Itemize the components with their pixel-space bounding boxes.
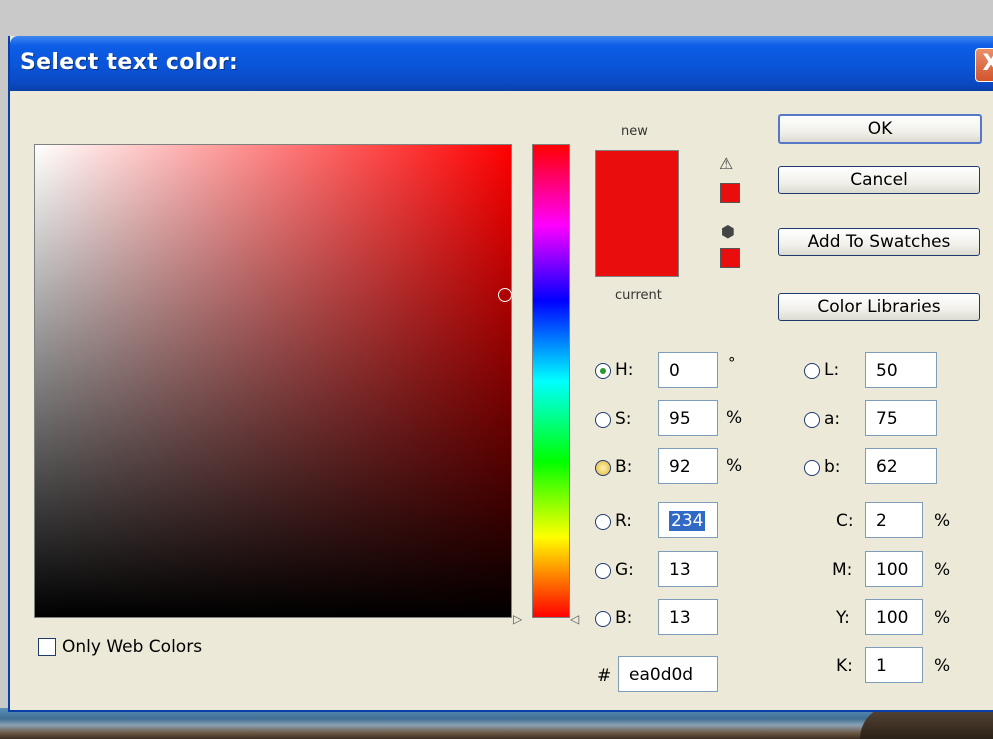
black-unit: %	[934, 656, 951, 676]
cyan-label: C:	[836, 511, 854, 531]
gamut-warning-swatch[interactable]	[720, 183, 740, 203]
yellow-label: Y:	[836, 608, 850, 628]
yellow-input[interactable]: 100	[865, 599, 923, 635]
warning-triangle-icon[interactable]: ⚠	[719, 154, 733, 173]
magenta-label: M:	[832, 560, 853, 580]
lab-b-label: b:	[824, 457, 841, 477]
brightness-input[interactable]: 92	[658, 448, 718, 484]
only-web-colors-label: Only Web Colors	[62, 637, 203, 657]
saturation-brightness-field[interactable]	[34, 144, 512, 618]
hue-slider-right-handle[interactable]: ◁	[570, 612, 579, 626]
hue-input[interactable]: 0	[658, 352, 718, 388]
radio-blue[interactable]	[595, 611, 611, 627]
radio-red[interactable]	[595, 514, 611, 530]
hex-label: #	[597, 666, 612, 686]
lightness-input[interactable]: 50	[865, 352, 937, 388]
magenta-input[interactable]: 100	[865, 551, 923, 587]
cancel-button[interactable]: Cancel	[778, 166, 980, 194]
hue-label: H:	[615, 360, 634, 380]
current-color-swatch[interactable]	[595, 212, 679, 277]
new-color-swatch	[595, 150, 679, 213]
red-input[interactable]: 234	[658, 502, 718, 538]
cyan-unit: %	[934, 511, 951, 531]
radio-lightness[interactable]	[804, 363, 820, 379]
saturation-input[interactable]: 95	[658, 400, 718, 436]
ok-button[interactable]: OK	[778, 114, 982, 144]
lab-a-input[interactable]: 75	[865, 400, 937, 436]
lab-b-input[interactable]: 62	[865, 448, 937, 484]
hue-slider-left-handle[interactable]: ▷	[513, 612, 522, 626]
yellow-unit: %	[934, 608, 951, 628]
red-input-selection: 234	[669, 511, 706, 531]
magenta-unit: %	[934, 560, 951, 580]
lab-a-label: a:	[824, 409, 841, 429]
radio-hue[interactable]	[595, 363, 611, 379]
black-label: K:	[836, 656, 853, 676]
background-photo	[0, 708, 993, 739]
radio-brightness[interactable]	[595, 460, 611, 476]
title-bar[interactable]: Select text color:	[10, 36, 993, 91]
color-libraries-button[interactable]: Color Libraries	[778, 293, 980, 321]
close-button[interactable]: X	[975, 48, 993, 82]
dialog-title: Select text color:	[20, 50, 239, 75]
cyan-input[interactable]: 2	[865, 502, 923, 538]
color-picker-dialog: Select text color: X ▷ ◁ new current ⚠ ⬢…	[8, 36, 993, 712]
only-web-colors-checkbox[interactable]	[38, 638, 56, 656]
brightness-label: B:	[615, 457, 633, 477]
radio-lab-a[interactable]	[804, 412, 820, 428]
radio-saturation[interactable]	[595, 412, 611, 428]
saturation-label: S:	[615, 409, 632, 429]
color-field-marker[interactable]	[498, 288, 512, 302]
lightness-label: L:	[824, 360, 840, 380]
radio-green[interactable]	[595, 563, 611, 579]
add-to-swatches-button[interactable]: Add To Swatches	[778, 228, 980, 256]
cube-icon[interactable]: ⬢	[721, 222, 735, 241]
hue-slider[interactable]	[532, 144, 570, 618]
blue-input[interactable]: 13	[658, 599, 718, 635]
new-color-label: new	[621, 124, 648, 139]
hue-unit: °	[728, 354, 736, 372]
green-label: G:	[615, 560, 634, 580]
black-input[interactable]: 1	[865, 647, 923, 683]
radio-lab-b[interactable]	[804, 460, 820, 476]
hex-input[interactable]: ea0d0d	[618, 656, 718, 692]
brightness-unit: %	[726, 456, 743, 476]
green-input[interactable]: 13	[658, 551, 718, 587]
current-color-label: current	[615, 288, 662, 303]
saturation-unit: %	[726, 408, 743, 428]
blue-label: B:	[615, 608, 633, 628]
red-label: R:	[615, 511, 633, 531]
web-safe-swatch[interactable]	[720, 248, 740, 268]
